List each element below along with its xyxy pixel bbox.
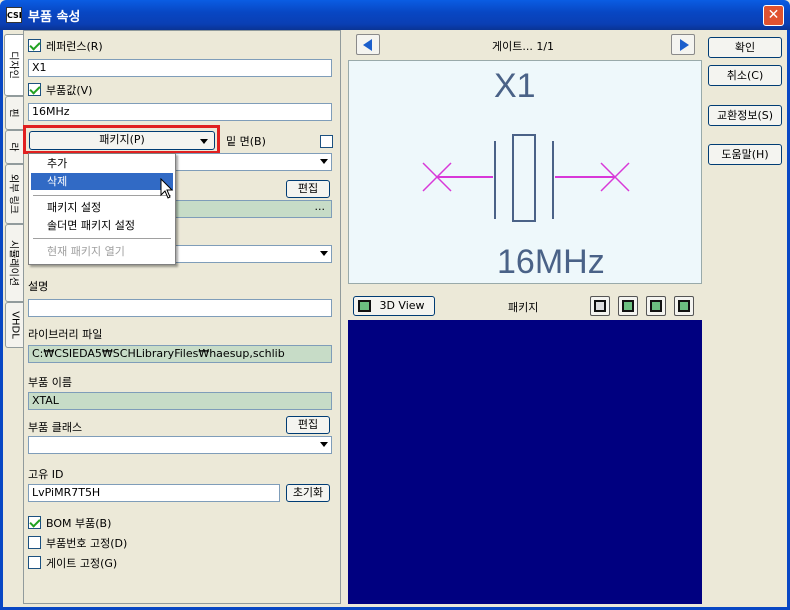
menu-item-delete[interactable]: 삭제 xyxy=(31,173,173,190)
solder-side-label: 밑 면(B) xyxy=(226,135,266,148)
symbol-value-text: 16MHz xyxy=(497,243,605,281)
crystal-symbol xyxy=(422,134,630,222)
unique-id-input[interactable]: LvPiMR7T5H xyxy=(28,484,280,502)
title-bar: CSI 부품 속성 ✕ xyxy=(0,0,790,30)
library-field: C:₩CSIEDA5₩SCHLibraryFiles₩haesup,schlib xyxy=(28,345,332,363)
package-preview xyxy=(348,320,702,604)
tab-design[interactable]: 디자인 xyxy=(4,34,24,96)
print-button[interactable] xyxy=(590,296,610,316)
cancel-button[interactable]: 취소(C) xyxy=(708,65,782,86)
reference-input[interactable]: X1 xyxy=(28,59,332,77)
reference-checkbox[interactable] xyxy=(28,39,41,52)
next-gate-button[interactable] xyxy=(671,34,695,55)
package-label: 패키지 xyxy=(508,301,539,314)
value-input[interactable]: 16MHz xyxy=(28,103,332,121)
close-button[interactable]: ✕ xyxy=(763,5,784,26)
tab-vhdl[interactable]: VHDL xyxy=(5,302,23,348)
symbol-ref-text: X1 xyxy=(494,67,536,105)
reference-label: 레퍼런스(R) xyxy=(46,40,103,53)
description-input[interactable] xyxy=(28,299,332,317)
edit-button[interactable]: 편집 xyxy=(286,180,330,198)
menu-item-open-current-package: 현재 패키지 열기 xyxy=(47,245,125,258)
chevron-down-icon xyxy=(320,159,328,164)
menu-item-add[interactable]: 추가 xyxy=(31,155,173,172)
menu-item-solder-package-settings[interactable]: 솔더면 패키지 설정 xyxy=(31,217,173,234)
reset-button[interactable]: 초기화 xyxy=(286,484,330,502)
help-button[interactable]: 도움말(H) xyxy=(708,144,782,165)
chevron-down-icon xyxy=(320,251,328,256)
fit-button[interactable] xyxy=(618,296,638,316)
edit-ellipsis[interactable]: ... xyxy=(315,201,326,215)
mouse-cursor-icon xyxy=(160,178,174,199)
symbol-preview: X1 16MHz xyxy=(348,60,702,284)
prev-gate-button[interactable] xyxy=(356,34,380,55)
highlight-box xyxy=(23,125,220,154)
zoom-out-button[interactable] xyxy=(674,296,694,316)
description-label: 설명 xyxy=(28,280,49,293)
fix-number-checkbox[interactable] xyxy=(28,536,41,549)
app-icon: CSI xyxy=(6,7,22,23)
arrow-left-icon xyxy=(363,39,372,51)
part-class-label: 부품 클래스 xyxy=(28,421,83,434)
tab-simulation[interactable]: 시뮬레이션 xyxy=(5,224,23,302)
part-class-edit-button[interactable]: 편집 xyxy=(286,416,330,434)
solder-side-checkbox[interactable] xyxy=(320,135,333,148)
fix-gate-checkbox[interactable] xyxy=(28,556,41,569)
fit-icon xyxy=(622,300,634,312)
tab-external-links[interactable]: 외부 링크 xyxy=(5,164,23,224)
close-icon: ✕ xyxy=(767,7,780,23)
zoom-out-icon xyxy=(678,300,690,312)
unique-id-label: 고유 ID xyxy=(28,468,64,481)
menu-separator xyxy=(33,238,171,239)
view-3d-button[interactable]: 3D View xyxy=(353,296,435,316)
package-toolbar: 3D View 패키지 xyxy=(348,293,702,319)
part-name-label: 부품 이름 xyxy=(28,376,72,389)
cube-icon xyxy=(358,300,371,312)
tab-pins[interactable]: 핀 xyxy=(5,96,23,130)
menu-separator xyxy=(33,195,171,196)
arrow-right-icon xyxy=(680,39,689,51)
value-checkbox[interactable] xyxy=(28,83,41,96)
ok-button[interactable]: 확인 xyxy=(708,37,782,58)
view-3d-label: 3D View xyxy=(379,299,425,312)
zoom-in-button[interactable] xyxy=(646,296,666,316)
part-name-field: XTAL xyxy=(28,392,332,410)
menu-item-package-settings[interactable]: 패키지 설정 xyxy=(31,199,173,216)
package-menu: 추가 삭제 패키지 설정 솔더면 패키지 설정 현재 패키지 열기 xyxy=(28,153,176,265)
gate-label: 게이트... 1/1 xyxy=(492,40,555,53)
bom-checkbox[interactable] xyxy=(28,516,41,529)
value-label: 부품값(V) xyxy=(46,84,93,97)
zoom-in-icon xyxy=(650,300,662,312)
window-title: 부품 속성 xyxy=(28,10,81,25)
chevron-down-icon xyxy=(320,442,328,447)
tab-ra[interactable]: 라 xyxy=(5,130,23,164)
library-label: 라이브러리 파일 xyxy=(28,328,103,341)
fix-gate-label: 게이트 고정(G) xyxy=(46,557,118,570)
print-icon xyxy=(594,300,606,312)
exchange-button[interactable]: 교환정보(S) xyxy=(708,105,782,126)
fix-number-label: 부품번호 고정(D) xyxy=(46,537,128,550)
part-class-select[interactable] xyxy=(28,436,332,454)
bom-label: BOM 부품(B) xyxy=(46,517,112,530)
